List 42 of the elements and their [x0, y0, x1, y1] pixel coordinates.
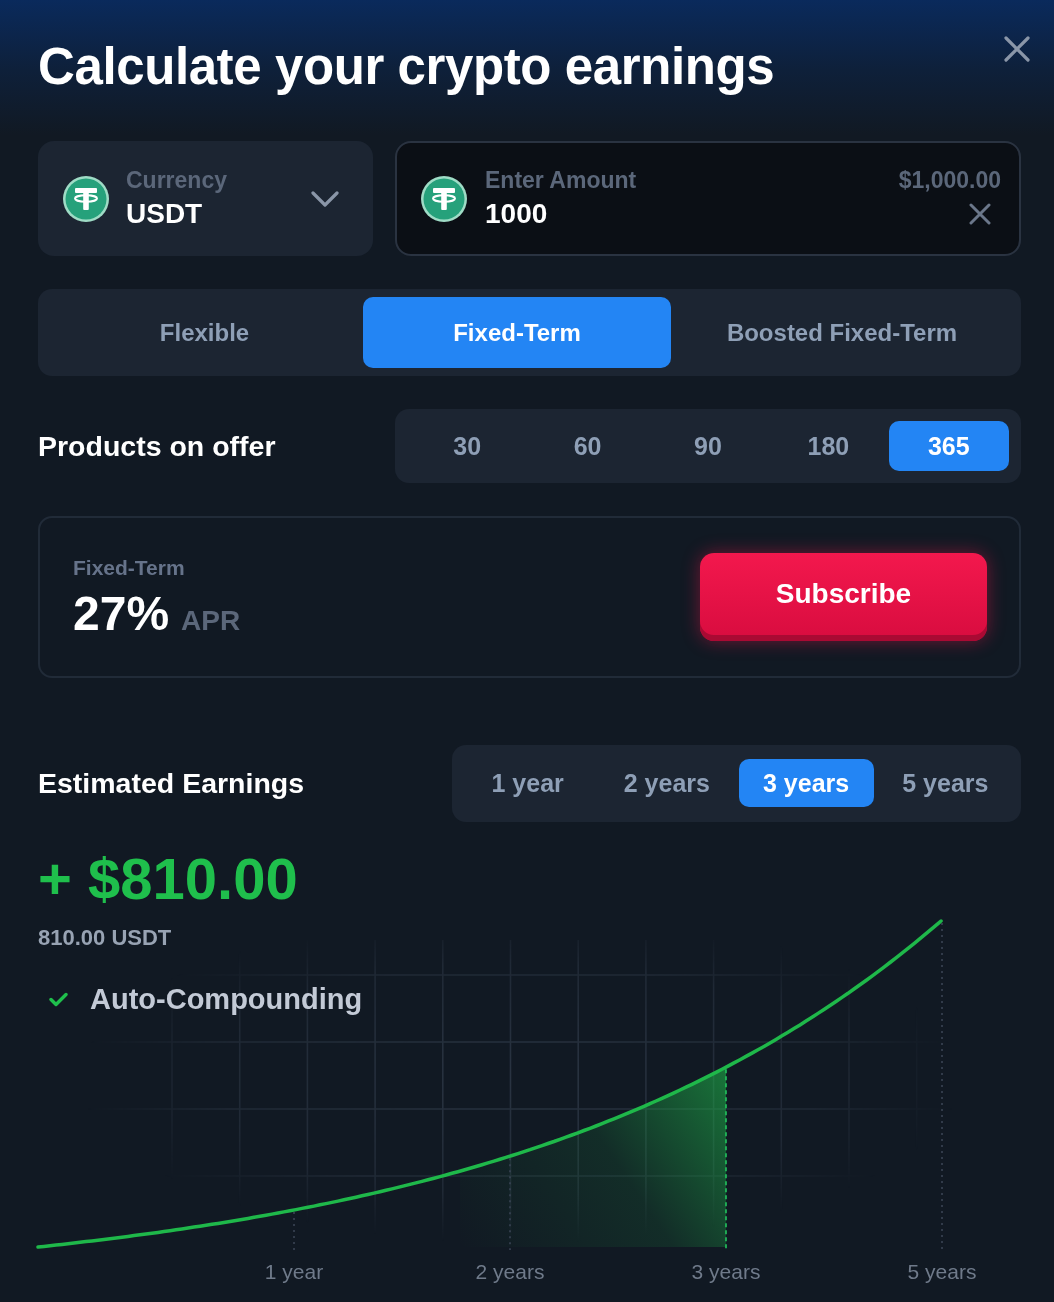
currency-label: Currency	[126, 165, 227, 195]
period-option[interactable]: 2 years	[599, 759, 735, 807]
guide-line	[293, 1211, 295, 1251]
check-icon[interactable]	[49, 991, 68, 1007]
axis-label: 3 years	[691, 1260, 761, 1283]
chevron-down-icon	[311, 190, 339, 207]
duration-option[interactable]: 365	[888, 421, 1009, 471]
currency-select[interactable]: Currency USDT	[38, 141, 373, 256]
earning-type-tab[interactable]: Flexible	[46, 297, 363, 368]
earning-type-tab[interactable]: Boosted Fixed-Term	[671, 297, 1013, 368]
axis-label: 5 years	[907, 1260, 977, 1283]
dialog-title: Calculate your crypto earnings	[38, 37, 775, 97]
apr-unit: APR	[181, 605, 241, 637]
auto-compounding-label: Auto-Compounding	[90, 982, 363, 1017]
clear-button[interactable]	[969, 202, 991, 225]
earnings-usdt: 810.00 USDT	[38, 924, 172, 952]
amount-label: Enter Amount	[485, 165, 637, 195]
period-option[interactable]: 3 years	[738, 759, 874, 807]
earnings-amount: + $810.00	[38, 847, 298, 911]
earning-type-tab[interactable]: Fixed-Term	[363, 297, 671, 368]
period-option[interactable]: 1 year	[460, 759, 596, 807]
close-button[interactable]	[1004, 36, 1030, 62]
clear-icon	[969, 202, 991, 225]
duration-option[interactable]: 180	[768, 421, 889, 471]
currency-value: USDT	[126, 196, 204, 231]
duration-option[interactable]: 90	[647, 421, 769, 471]
close-icon	[1004, 36, 1030, 62]
converted-amount: $1,000.00	[898, 165, 1001, 195]
product-type: Fixed-Term	[73, 555, 186, 581]
axis-label: 2 years	[475, 1260, 545, 1283]
section-heading: Estimated Earnings	[38, 767, 305, 800]
period-option[interactable]: 5 years	[877, 759, 1013, 807]
tether-coin-icon	[62, 174, 110, 223]
axis-label: 1 year	[264, 1260, 324, 1283]
amount-field[interactable]: Enter Amount 1000 $1,000.00	[395, 141, 1021, 256]
tether-coin-icon	[420, 174, 468, 223]
subscribe-button[interactable]: Subscribe	[700, 553, 987, 641]
amount-value: 1000	[485, 196, 549, 231]
apr-rate: 27%	[73, 587, 170, 641]
duration-option[interactable]: 30	[407, 421, 528, 471]
section-heading: Products on offer	[38, 429, 276, 463]
duration-option[interactable]: 60	[527, 421, 648, 471]
